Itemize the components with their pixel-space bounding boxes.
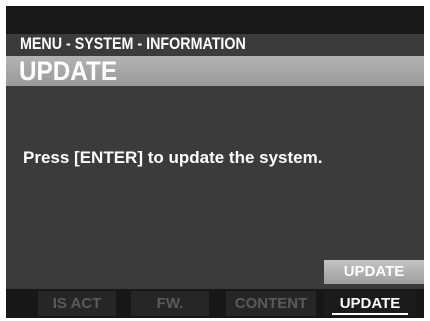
title-bar: UPDATE bbox=[6, 56, 424, 86]
tab-bar: IS ACT FW. CONTENT UPDATE bbox=[6, 289, 424, 318]
lcd-display: MENU - SYSTEM - INFORMATION UPDATE Press… bbox=[6, 6, 424, 318]
page-title: UPDATE bbox=[19, 56, 118, 86]
breadcrumb: MENU - SYSTEM - INFORMATION bbox=[20, 34, 246, 53]
top-strip bbox=[6, 6, 424, 34]
tab-is-act[interactable]: IS ACT bbox=[38, 291, 116, 316]
tab-update[interactable]: UPDATE bbox=[324, 291, 416, 316]
update-button[interactable]: UPDATE bbox=[324, 260, 424, 284]
tab-content[interactable]: CONTENT bbox=[226, 291, 316, 316]
device-screen: MENU - SYSTEM - INFORMATION UPDATE Press… bbox=[0, 0, 430, 321]
instruction-message: Press [ENTER] to update the system. bbox=[23, 148, 323, 167]
tab-fw[interactable]: FW. bbox=[131, 291, 209, 316]
